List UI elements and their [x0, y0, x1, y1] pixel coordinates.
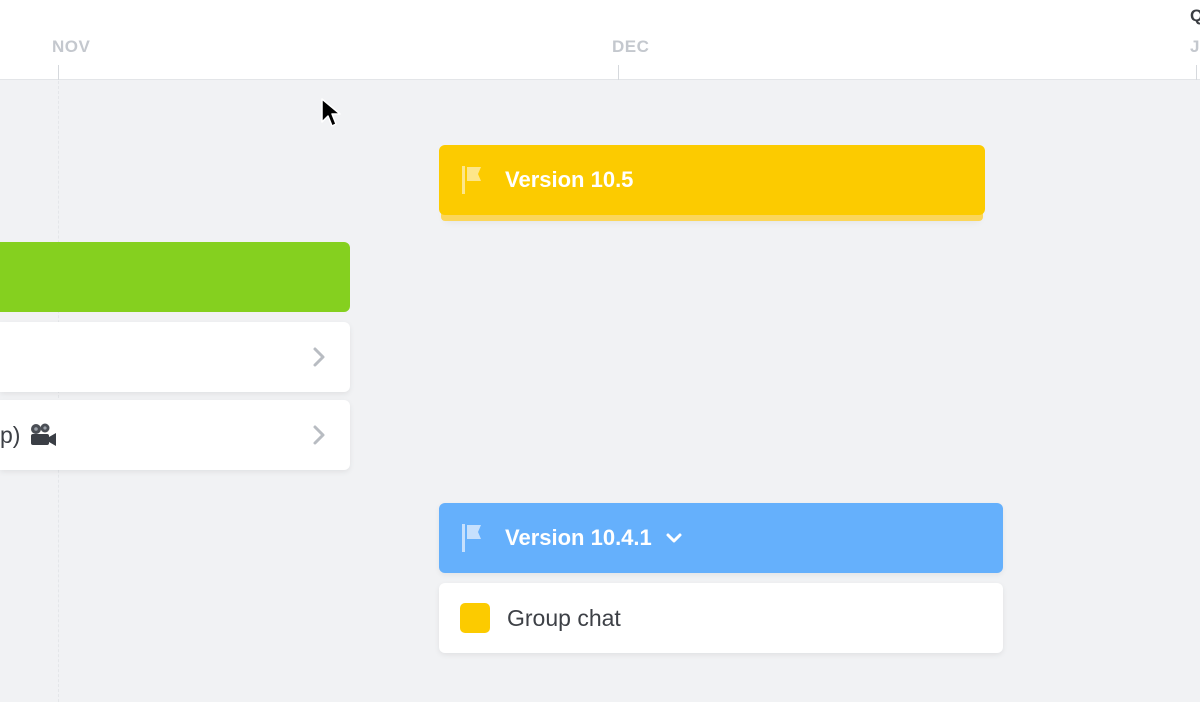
card-title: p) [0, 421, 21, 448]
release-item-label: Group chat [507, 604, 621, 631]
month-label-nov: NOV [52, 37, 91, 56]
roadmap-item-card[interactable] [0, 322, 350, 392]
chevron-down-icon[interactable] [664, 528, 684, 548]
release-item-card[interactable]: Group chat [439, 583, 1003, 653]
mouse-cursor-icon [321, 98, 341, 127]
month-tick [1196, 65, 1197, 80]
flag-icon [462, 524, 481, 552]
timeline-header: NOV DEC J Q [0, 0, 1200, 80]
color-swatch [460, 603, 490, 633]
chevron-right-icon[interactable] [312, 346, 326, 368]
month-label-next: J [1190, 37, 1200, 56]
roadmap-item-card[interactable]: p) [0, 400, 350, 470]
release-bar-version-10-5[interactable]: Version 10.5 [439, 145, 985, 215]
month-label-dec: DEC [612, 37, 650, 56]
month-tick [58, 65, 59, 80]
release-bar-version-10-4-1[interactable]: Version 10.4.1 [439, 503, 1003, 573]
release-bar-green[interactable] [0, 242, 350, 312]
chevron-right-icon[interactable] [312, 424, 326, 446]
month-tick [618, 65, 619, 80]
movie-camera-icon [31, 423, 57, 446]
quarter-label: Q [1190, 6, 1200, 25]
flag-icon [462, 166, 481, 194]
release-title: Version 10.4.1 [505, 525, 652, 550]
release-title: Version 10.5 [505, 167, 634, 192]
